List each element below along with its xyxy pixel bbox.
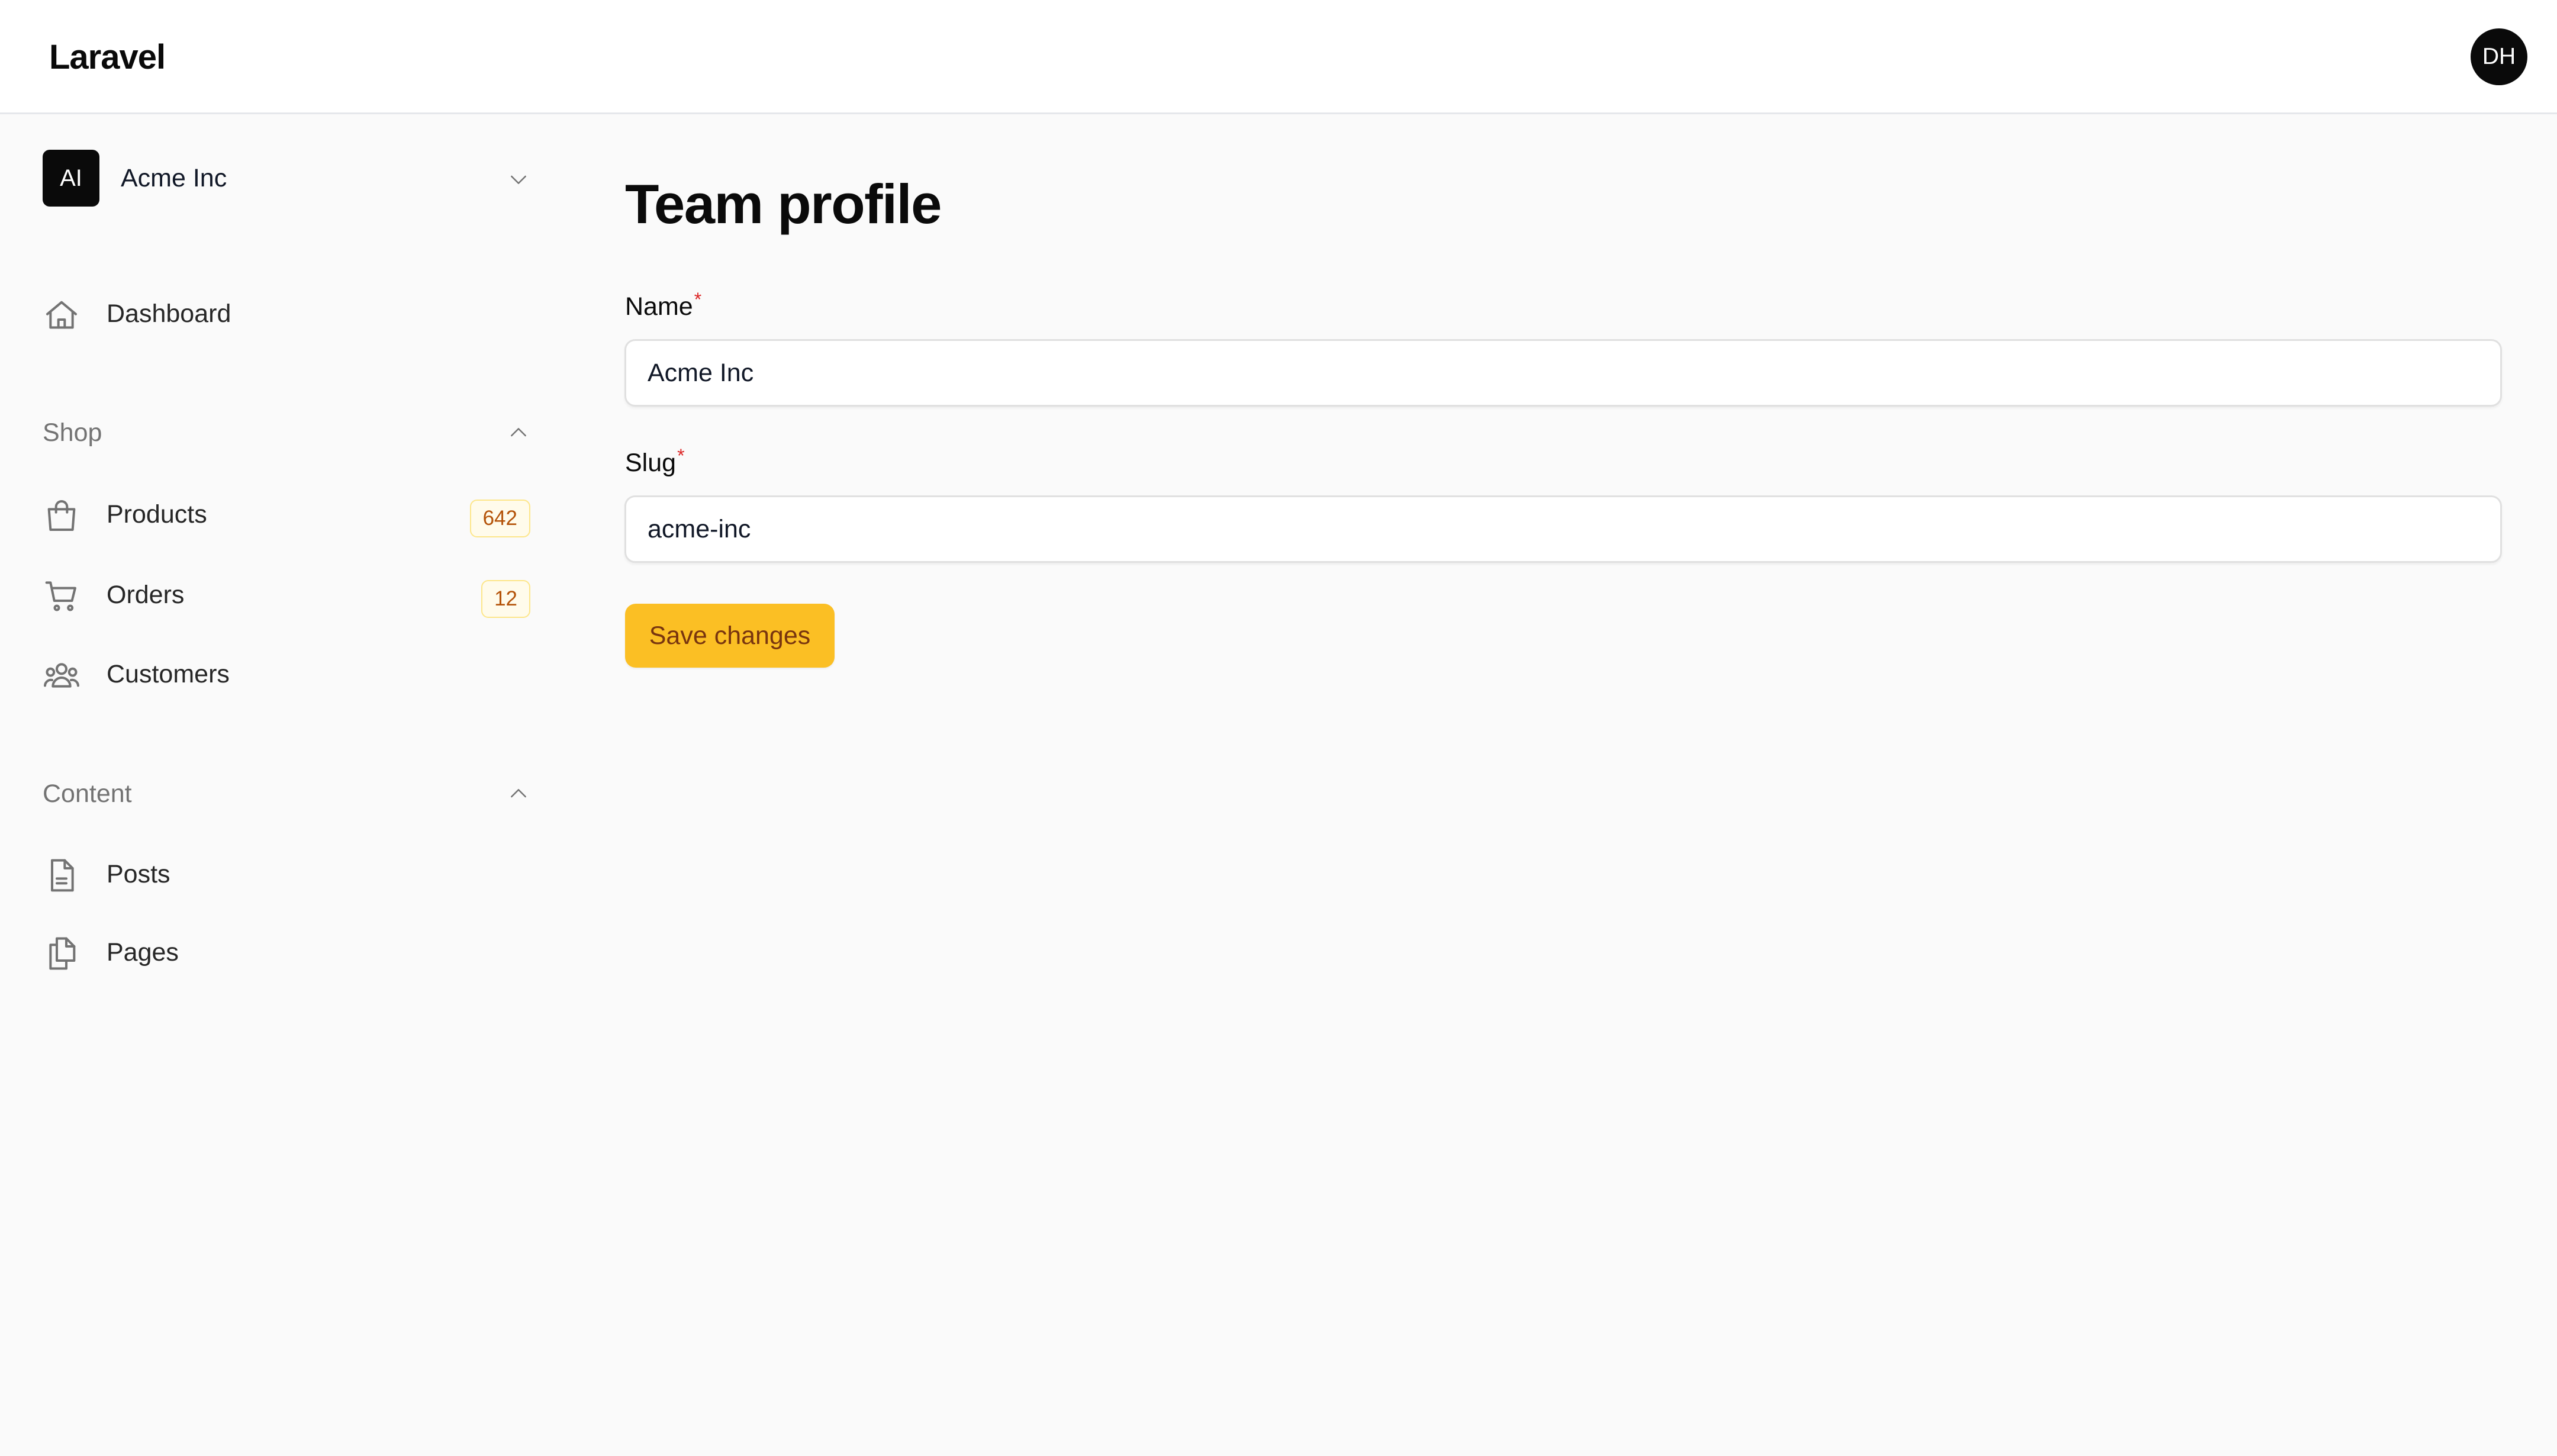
team-switcher[interactable]: AI Acme Inc	[43, 150, 530, 208]
nav-group-label: Shop	[43, 418, 102, 447]
users-icon	[44, 663, 79, 688]
user-avatar[interactable]: DH	[2471, 28, 2527, 85]
pages-icon	[49, 937, 76, 970]
brand-logo[interactable]: Laravel	[49, 0, 166, 114]
slug-input[interactable]	[624, 495, 2502, 563]
field-label-text: Name	[625, 292, 693, 321]
chevron-up-icon	[511, 789, 526, 798]
sidebar-item-label: Pages	[107, 938, 179, 967]
name-field-label: Name*	[625, 289, 701, 324]
sidebar: AI Acme Inc Dashboard Shop Products 642	[0, 114, 568, 1456]
document-icon	[51, 859, 74, 892]
sidebar-item-label: Customers	[107, 660, 230, 688]
shopping-bag-icon	[47, 500, 76, 531]
sidebar-item-orders[interactable]: Orders 12	[43, 566, 530, 623]
sidebar-item-posts[interactable]: Posts	[43, 846, 530, 903]
sidebar-item-products[interactable]: Products 642	[43, 486, 530, 543]
team-avatar: AI	[43, 150, 99, 207]
nav-group-shop-header[interactable]: Shop	[43, 409, 530, 456]
nav-group-label: Content	[43, 779, 132, 808]
required-asterisk: *	[694, 288, 702, 310]
sidebar-item-dashboard[interactable]: Dashboard	[43, 285, 530, 342]
chevron-up-icon	[511, 428, 526, 437]
required-asterisk: *	[677, 444, 685, 466]
nav-group-content-header[interactable]: Content	[43, 770, 530, 817]
shopping-cart-icon	[45, 581, 76, 611]
chevron-down-icon	[511, 175, 526, 184]
sidebar-item-customers[interactable]: Customers	[43, 646, 530, 703]
name-input[interactable]	[624, 339, 2502, 407]
sidebar-item-label: Products	[107, 500, 207, 529]
count-badge: 642	[469, 500, 530, 537]
sidebar-item-label: Orders	[107, 581, 185, 609]
page-title: Team profile	[625, 173, 942, 235]
field-label-text: Slug	[625, 449, 677, 477]
save-button[interactable]: Save changes	[625, 604, 835, 668]
team-name: Acme Inc	[121, 164, 227, 192]
sidebar-item-label: Posts	[107, 860, 170, 888]
slug-field-label: Slug*	[625, 445, 685, 481]
sidebar-item-pages[interactable]: Pages	[43, 924, 530, 981]
sidebar-item-label: Dashboard	[107, 299, 231, 328]
count-badge: 12	[481, 580, 530, 618]
home-icon	[46, 301, 77, 329]
top-bar: Laravel DH	[0, 0, 2557, 114]
